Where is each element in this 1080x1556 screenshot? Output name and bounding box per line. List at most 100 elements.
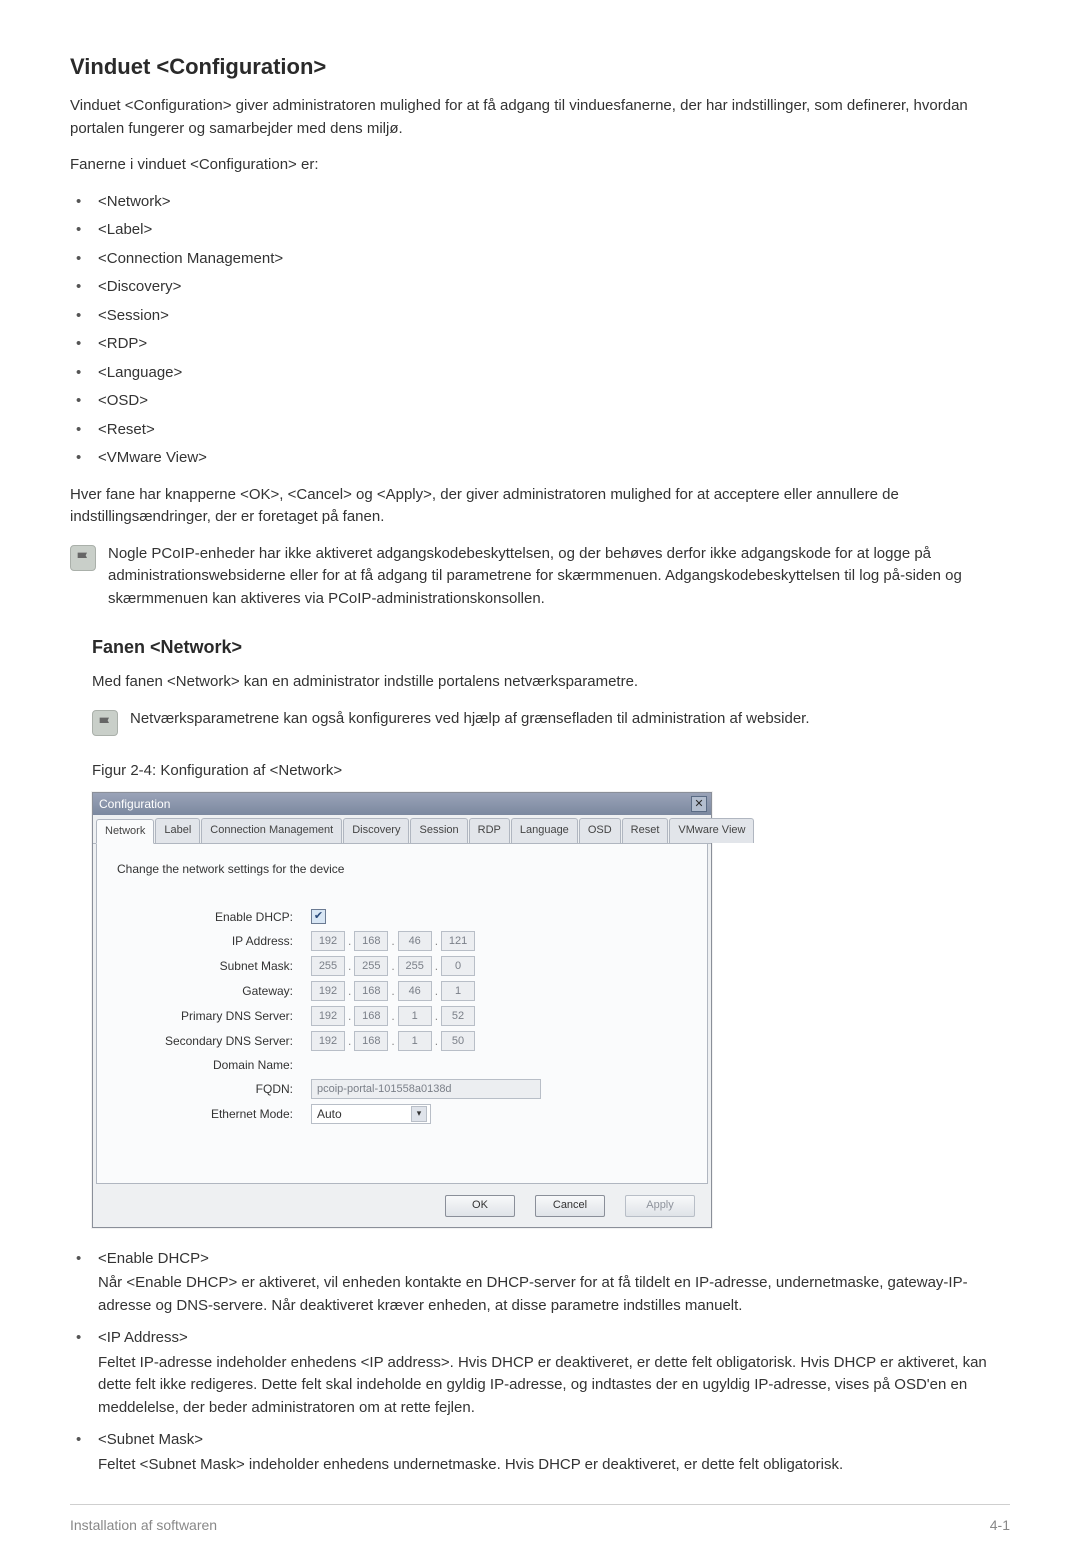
ip-dot: . xyxy=(435,982,438,1000)
ip-octet[interactable]: 255 xyxy=(354,956,388,976)
row-enable-dhcp: Enable DHCP: ✔ xyxy=(111,908,693,926)
ip-octet[interactable]: 121 xyxy=(441,931,475,951)
list-item: <Discovery> xyxy=(70,276,1010,299)
row-gateway: Gateway: 192.168.46.1 xyxy=(111,981,693,1001)
note-icon xyxy=(92,710,118,736)
ip-octet[interactable]: 192 xyxy=(311,931,345,951)
subnet-mask-input[interactable]: 255.255.255.0 xyxy=(311,956,475,976)
row-secondary-dns: Secondary DNS Server: 192.168.1.50 xyxy=(111,1031,693,1051)
ip-dot: . xyxy=(435,1007,438,1025)
definition-item: <IP Address>Feltet IP-adresse indeholder… xyxy=(70,1327,1010,1419)
ip-octet[interactable]: 52 xyxy=(441,1006,475,1026)
list-item: <Connection Management> xyxy=(70,248,1010,271)
tab-rdp[interactable]: RDP xyxy=(469,818,510,843)
ip-octet[interactable]: 46 xyxy=(398,931,432,951)
label-secondary-dns: Secondary DNS Server: xyxy=(111,1032,311,1050)
row-subnet-mask: Subnet Mask: 255.255.255.0 xyxy=(111,956,693,976)
list-item: <Reset> xyxy=(70,419,1010,442)
row-primary-dns: Primary DNS Server: 192.168.1.52 xyxy=(111,1006,693,1026)
fqdn-input[interactable]: pcoip-portal-101558a0138d xyxy=(311,1079,541,1099)
ethernet-mode-select[interactable]: Auto ▾ xyxy=(311,1104,431,1124)
ip-octet[interactable]: 0 xyxy=(441,956,475,976)
tab-osd[interactable]: OSD xyxy=(579,818,621,843)
list-item: <Label> xyxy=(70,219,1010,242)
row-domain-name: Domain Name: xyxy=(111,1056,693,1074)
section-network-para: Med fanen <Network> kan en administrator… xyxy=(70,671,1010,694)
label-primary-dns: Primary DNS Server: xyxy=(111,1007,311,1025)
ip-dot: . xyxy=(435,957,438,975)
note-block-1: Nogle PCoIP-enheder har ikke aktiveret a… xyxy=(70,543,1010,611)
tab-network[interactable]: Network xyxy=(96,819,154,844)
ip-octet[interactable]: 168 xyxy=(354,1006,388,1026)
footer-left: Installation af softwaren xyxy=(70,1515,217,1536)
note-text-1: Nogle PCoIP-enheder har ikke aktiveret a… xyxy=(108,543,1010,611)
ip-octet[interactable]: 192 xyxy=(311,1006,345,1026)
ip-octet[interactable]: 168 xyxy=(354,931,388,951)
tab-connection-management[interactable]: Connection Management xyxy=(201,818,342,843)
tab-session[interactable]: Session xyxy=(410,818,467,843)
dialog-tabs: NetworkLabelConnection ManagementDiscove… xyxy=(93,815,711,844)
configuration-dialog: Configuration ✕ NetworkLabelConnection M… xyxy=(92,792,712,1228)
definition-text: Feltet <Subnet Mask> indeholder enhedens… xyxy=(98,1454,1010,1477)
ip-octet[interactable]: 168 xyxy=(354,981,388,1001)
dialog-button-row: OK Cancel Apply xyxy=(93,1187,711,1227)
ip-octet[interactable]: 168 xyxy=(354,1031,388,1051)
cancel-button[interactable]: Cancel xyxy=(535,1195,605,1217)
ip-dot: . xyxy=(391,1032,394,1050)
tab-reset[interactable]: Reset xyxy=(622,818,669,843)
ip-octet[interactable]: 1 xyxy=(398,1031,432,1051)
ok-button[interactable]: OK xyxy=(445,1195,515,1217)
ip-octet[interactable]: 1 xyxy=(398,1006,432,1026)
note-text-2: Netværksparametrene kan også konfigurere… xyxy=(130,708,1010,731)
ip-dot: . xyxy=(348,957,351,975)
gateway-input[interactable]: 192.168.46.1 xyxy=(311,981,475,1001)
tab-label[interactable]: Label xyxy=(155,818,200,843)
after-list-paragraph: Hver fane har knapperne <OK>, <Cancel> o… xyxy=(70,484,1010,529)
panel-description: Change the network settings for the devi… xyxy=(111,860,693,878)
footer-right: 4-1 xyxy=(990,1515,1010,1536)
ip-octet[interactable]: 192 xyxy=(311,1031,345,1051)
ip-octet[interactable]: 46 xyxy=(398,981,432,1001)
secondary-dns-input[interactable]: 192.168.1.50 xyxy=(311,1031,475,1051)
tab-vmware-view[interactable]: VMware View xyxy=(669,818,754,843)
row-ethernet-mode: Ethernet Mode: Auto ▾ xyxy=(111,1104,693,1124)
ip-dot: . xyxy=(348,932,351,950)
ip-dot: . xyxy=(391,982,394,1000)
ip-octet[interactable]: 192 xyxy=(311,981,345,1001)
ip-octet[interactable]: 50 xyxy=(441,1031,475,1051)
ip-address-input[interactable]: 192.168.46.121 xyxy=(311,931,475,951)
dialog-tabpanel: Change the network settings for the devi… xyxy=(96,844,708,1184)
list-item: <VMware View> xyxy=(70,447,1010,470)
label-enable-dhcp: Enable DHCP: xyxy=(111,908,311,926)
list-item: <Language> xyxy=(70,362,1010,385)
primary-dns-input[interactable]: 192.168.1.52 xyxy=(311,1006,475,1026)
list-item: <OSD> xyxy=(70,390,1010,413)
ip-dot: . xyxy=(391,1007,394,1025)
dialog-titlebar[interactable]: Configuration ✕ xyxy=(93,793,711,815)
tabs-list: <Network> <Label> <Connection Management> <… xyxy=(70,191,1010,470)
ip-octet[interactable]: 1 xyxy=(441,981,475,1001)
ip-dot: . xyxy=(391,957,394,975)
ip-dot: . xyxy=(435,932,438,950)
ip-octet[interactable]: 255 xyxy=(311,956,345,976)
intro-paragraph: Vinduet <Configuration> giver administra… xyxy=(70,95,1010,140)
tab-language[interactable]: Language xyxy=(511,818,578,843)
ip-dot: . xyxy=(348,1032,351,1050)
list-item: <RDP> xyxy=(70,333,1010,356)
tab-discovery[interactable]: Discovery xyxy=(343,818,409,843)
ip-dot: . xyxy=(435,1032,438,1050)
ip-octet[interactable]: 255 xyxy=(398,956,432,976)
label-ip-address: IP Address: xyxy=(111,932,311,950)
row-ip-address: IP Address: 192.168.46.121 xyxy=(111,931,693,951)
section-network-title: Fanen <Network> xyxy=(70,634,1010,661)
definition-term: <Enable DHCP> xyxy=(98,1248,1010,1271)
apply-button[interactable]: Apply xyxy=(625,1195,695,1217)
note-icon xyxy=(70,545,96,571)
page-title: Vinduet <Configuration> xyxy=(70,50,1010,83)
list-item: <Network> xyxy=(70,191,1010,214)
close-icon[interactable]: ✕ xyxy=(691,796,707,812)
dialog-title: Configuration xyxy=(99,795,170,813)
enable-dhcp-checkbox[interactable]: ✔ xyxy=(311,909,326,924)
definition-item: <Enable DHCP>Når <Enable DHCP> er aktive… xyxy=(70,1248,1010,1318)
row-fqdn: FQDN: pcoip-portal-101558a0138d xyxy=(111,1079,693,1099)
